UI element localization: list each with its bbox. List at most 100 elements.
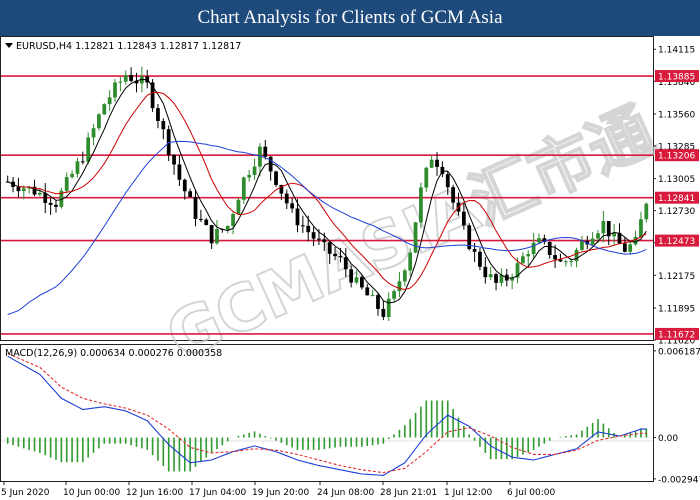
candle xyxy=(75,157,80,178)
candle-body xyxy=(161,121,166,130)
candle-body xyxy=(177,164,182,180)
candle xyxy=(483,257,488,284)
candle xyxy=(488,266,493,281)
candle-body xyxy=(531,242,536,255)
watermark: GCMASIA汇市通 xyxy=(156,94,665,375)
candle xyxy=(252,158,257,180)
macd-lines xyxy=(7,352,647,476)
candle-body xyxy=(102,104,107,115)
candle xyxy=(639,211,643,238)
candle-body xyxy=(247,174,252,178)
level-label-text: 1.13206 xyxy=(658,152,695,162)
candle xyxy=(70,170,74,179)
candle xyxy=(97,112,101,131)
macd-histogram xyxy=(6,400,648,472)
level-label-text: 1.12473 xyxy=(658,237,695,247)
candle-body xyxy=(478,251,482,267)
candle-body xyxy=(21,188,26,192)
candle xyxy=(193,189,198,227)
candle-body xyxy=(429,159,434,168)
page-title: Chart Analysis for Clients of GCM Asia xyxy=(0,0,700,36)
candle-body xyxy=(64,177,69,191)
candle xyxy=(542,234,547,245)
candle-body xyxy=(365,287,370,296)
x-tick-label: 5 Jun 2020 xyxy=(1,488,50,498)
candle-body xyxy=(461,211,466,226)
candle xyxy=(54,200,58,213)
candle xyxy=(467,223,472,251)
candle-body xyxy=(521,256,525,264)
y-tick-label: 1.13005 xyxy=(658,175,695,185)
candle xyxy=(48,198,53,215)
candle xyxy=(547,241,552,259)
macd-signal-line xyxy=(7,352,647,474)
candle-body xyxy=(236,199,241,215)
candle xyxy=(386,292,391,322)
candle-body xyxy=(644,203,649,220)
candle xyxy=(156,104,160,129)
x-tick-label: 28 Jun 21:01 xyxy=(380,488,437,498)
candle xyxy=(381,301,386,321)
candle xyxy=(102,103,107,115)
candle-body xyxy=(553,255,557,260)
candle-body xyxy=(349,269,354,283)
candle xyxy=(215,220,219,245)
candle-body xyxy=(75,161,80,174)
candle xyxy=(177,155,182,186)
y-tick-label: 1.12175 xyxy=(658,272,695,282)
candle-body xyxy=(129,74,133,81)
candle-body xyxy=(408,252,413,271)
candle-body xyxy=(263,146,268,157)
candle xyxy=(628,240,633,255)
candle-body xyxy=(639,219,643,237)
candle xyxy=(231,210,235,235)
candle-body xyxy=(274,171,278,186)
candle-body xyxy=(402,270,407,282)
x-tick-label: 6 Jul 00:00 xyxy=(507,488,556,498)
candle xyxy=(188,188,193,198)
time-axis: 5 Jun 2020 10 Jun 00:00 12 Jun 16:00 17 Jun… xyxy=(1,481,556,498)
candle-body xyxy=(215,228,219,244)
candle xyxy=(59,187,64,209)
candle-body xyxy=(182,179,187,192)
candle-body xyxy=(472,249,477,252)
candle-body xyxy=(118,81,123,83)
x-tick-label: 12 Jun 16:00 xyxy=(126,488,183,498)
candle xyxy=(590,232,595,246)
candle xyxy=(494,272,498,291)
y-tick-label: 1.13560 xyxy=(658,110,695,120)
x-tick-label: 24 Jun 08:00 xyxy=(317,488,374,498)
candle xyxy=(499,268,504,287)
candle-body xyxy=(241,177,246,200)
candle-body xyxy=(488,274,493,278)
candle-body xyxy=(172,154,176,165)
level-label: 1.12841 xyxy=(655,191,699,204)
candle-body xyxy=(419,187,423,223)
level-label-text: 1.13885 xyxy=(658,73,695,83)
candle xyxy=(419,182,423,229)
level-label: 1.13206 xyxy=(655,149,699,162)
chevron-down-icon[interactable] xyxy=(5,43,13,48)
candle xyxy=(161,118,166,140)
candle-body xyxy=(413,222,418,253)
candle-body xyxy=(231,214,235,226)
candle xyxy=(274,170,278,187)
candle-body xyxy=(322,239,327,243)
candle-body xyxy=(48,202,53,205)
candle-body xyxy=(386,298,391,317)
candle-body xyxy=(569,261,574,263)
candle-body xyxy=(86,137,91,162)
candle-body xyxy=(295,208,300,226)
candle xyxy=(43,183,48,214)
candle xyxy=(172,154,176,175)
candle xyxy=(247,169,252,182)
price-chart[interactable]: GCMASIA汇市通 1.141151.138401.135601.132851… xyxy=(0,36,700,500)
candle-body xyxy=(580,241,584,250)
candle-body xyxy=(252,166,257,175)
candle-body xyxy=(156,108,160,122)
candle xyxy=(91,123,96,146)
candle-body xyxy=(38,192,42,195)
candle-body xyxy=(494,274,498,283)
candle xyxy=(300,215,305,233)
x-tick-label: 10 Jun 00:00 xyxy=(63,488,120,498)
